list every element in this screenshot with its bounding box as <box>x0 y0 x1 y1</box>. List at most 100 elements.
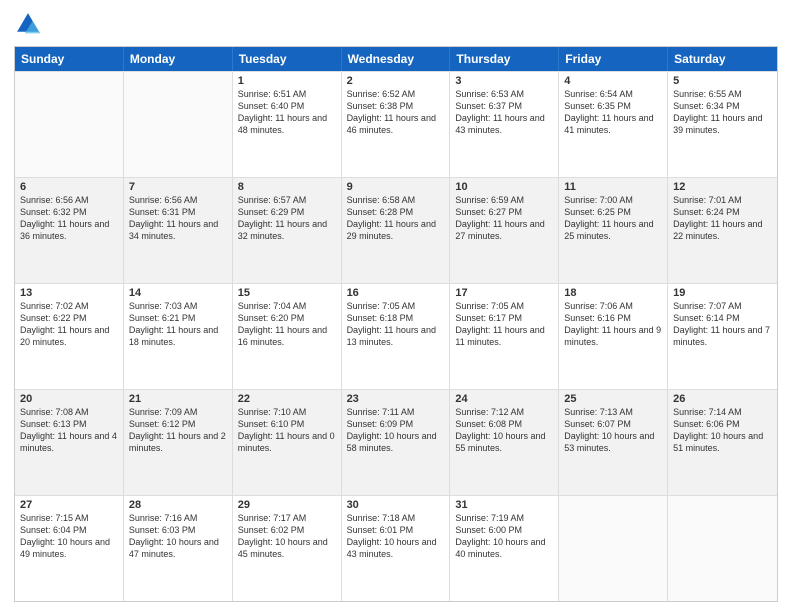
day-number: 2 <box>347 75 445 87</box>
day-info: Sunrise: 7:03 AMSunset: 6:21 PMDaylight:… <box>129 300 227 349</box>
day-number: 22 <box>238 393 336 405</box>
day-cell-15: 15Sunrise: 7:04 AMSunset: 6:20 PMDayligh… <box>233 284 342 389</box>
day-cell-17: 17Sunrise: 7:05 AMSunset: 6:17 PMDayligh… <box>450 284 559 389</box>
day-number: 11 <box>564 181 662 193</box>
week-row-2: 6Sunrise: 6:56 AMSunset: 6:32 PMDaylight… <box>15 177 777 283</box>
day-number: 20 <box>20 393 118 405</box>
day-cell-26: 26Sunrise: 7:14 AMSunset: 6:06 PMDayligh… <box>668 390 777 495</box>
day-header-monday: Monday <box>124 47 233 71</box>
day-info: Sunrise: 6:51 AMSunset: 6:40 PMDaylight:… <box>238 88 336 137</box>
day-info: Sunrise: 7:18 AMSunset: 6:01 PMDaylight:… <box>347 512 445 561</box>
day-info: Sunrise: 6:53 AMSunset: 6:37 PMDaylight:… <box>455 88 553 137</box>
day-cell-8: 8Sunrise: 6:57 AMSunset: 6:29 PMDaylight… <box>233 178 342 283</box>
page: SundayMondayTuesdayWednesdayThursdayFrid… <box>0 0 792 612</box>
day-info: Sunrise: 7:12 AMSunset: 6:08 PMDaylight:… <box>455 406 553 455</box>
day-cell-11: 11Sunrise: 7:00 AMSunset: 6:25 PMDayligh… <box>559 178 668 283</box>
day-cell-16: 16Sunrise: 7:05 AMSunset: 6:18 PMDayligh… <box>342 284 451 389</box>
day-cell-2: 2Sunrise: 6:52 AMSunset: 6:38 PMDaylight… <box>342 72 451 177</box>
day-info: Sunrise: 7:13 AMSunset: 6:07 PMDaylight:… <box>564 406 662 455</box>
day-info: Sunrise: 6:58 AMSunset: 6:28 PMDaylight:… <box>347 194 445 243</box>
day-cell-21: 21Sunrise: 7:09 AMSunset: 6:12 PMDayligh… <box>124 390 233 495</box>
day-number: 26 <box>673 393 772 405</box>
day-info: Sunrise: 6:59 AMSunset: 6:27 PMDaylight:… <box>455 194 553 243</box>
empty-cell <box>668 496 777 601</box>
week-row-5: 27Sunrise: 7:15 AMSunset: 6:04 PMDayligh… <box>15 495 777 601</box>
week-row-3: 13Sunrise: 7:02 AMSunset: 6:22 PMDayligh… <box>15 283 777 389</box>
day-number: 8 <box>238 181 336 193</box>
day-info: Sunrise: 7:15 AMSunset: 6:04 PMDaylight:… <box>20 512 118 561</box>
logo-icon <box>14 10 42 38</box>
day-info: Sunrise: 7:02 AMSunset: 6:22 PMDaylight:… <box>20 300 118 349</box>
day-info: Sunrise: 7:05 AMSunset: 6:18 PMDaylight:… <box>347 300 445 349</box>
day-number: 9 <box>347 181 445 193</box>
day-header-tuesday: Tuesday <box>233 47 342 71</box>
day-info: Sunrise: 7:04 AMSunset: 6:20 PMDaylight:… <box>238 300 336 349</box>
day-cell-23: 23Sunrise: 7:11 AMSunset: 6:09 PMDayligh… <box>342 390 451 495</box>
day-number: 5 <box>673 75 772 87</box>
day-number: 28 <box>129 499 227 511</box>
day-number: 21 <box>129 393 227 405</box>
day-header-friday: Friday <box>559 47 668 71</box>
empty-cell <box>559 496 668 601</box>
day-cell-12: 12Sunrise: 7:01 AMSunset: 6:24 PMDayligh… <box>668 178 777 283</box>
day-cell-14: 14Sunrise: 7:03 AMSunset: 6:21 PMDayligh… <box>124 284 233 389</box>
day-number: 1 <box>238 75 336 87</box>
day-cell-30: 30Sunrise: 7:18 AMSunset: 6:01 PMDayligh… <box>342 496 451 601</box>
day-header-thursday: Thursday <box>450 47 559 71</box>
day-number: 12 <box>673 181 772 193</box>
day-header-sunday: Sunday <box>15 47 124 71</box>
day-number: 3 <box>455 75 553 87</box>
day-number: 27 <box>20 499 118 511</box>
week-row-4: 20Sunrise: 7:08 AMSunset: 6:13 PMDayligh… <box>15 389 777 495</box>
day-number: 29 <box>238 499 336 511</box>
day-number: 4 <box>564 75 662 87</box>
day-info: Sunrise: 6:54 AMSunset: 6:35 PMDaylight:… <box>564 88 662 137</box>
day-info: Sunrise: 7:08 AMSunset: 6:13 PMDaylight:… <box>20 406 118 455</box>
day-number: 31 <box>455 499 553 511</box>
day-header-wednesday: Wednesday <box>342 47 451 71</box>
day-cell-10: 10Sunrise: 6:59 AMSunset: 6:27 PMDayligh… <box>450 178 559 283</box>
day-info: Sunrise: 7:01 AMSunset: 6:24 PMDaylight:… <box>673 194 772 243</box>
day-number: 18 <box>564 287 662 299</box>
day-number: 24 <box>455 393 553 405</box>
day-cell-6: 6Sunrise: 6:56 AMSunset: 6:32 PMDaylight… <box>15 178 124 283</box>
week-row-1: 1Sunrise: 6:51 AMSunset: 6:40 PMDaylight… <box>15 71 777 177</box>
day-number: 30 <box>347 499 445 511</box>
day-number: 6 <box>20 181 118 193</box>
day-info: Sunrise: 7:19 AMSunset: 6:00 PMDaylight:… <box>455 512 553 561</box>
day-number: 16 <box>347 287 445 299</box>
empty-cell <box>124 72 233 177</box>
day-number: 17 <box>455 287 553 299</box>
day-cell-7: 7Sunrise: 6:56 AMSunset: 6:31 PMDaylight… <box>124 178 233 283</box>
calendar-body: 1Sunrise: 6:51 AMSunset: 6:40 PMDaylight… <box>15 71 777 601</box>
day-cell-1: 1Sunrise: 6:51 AMSunset: 6:40 PMDaylight… <box>233 72 342 177</box>
day-number: 7 <box>129 181 227 193</box>
calendar-header: SundayMondayTuesdayWednesdayThursdayFrid… <box>15 47 777 71</box>
day-cell-31: 31Sunrise: 7:19 AMSunset: 6:00 PMDayligh… <box>450 496 559 601</box>
day-cell-28: 28Sunrise: 7:16 AMSunset: 6:03 PMDayligh… <box>124 496 233 601</box>
day-info: Sunrise: 6:55 AMSunset: 6:34 PMDaylight:… <box>673 88 772 137</box>
day-info: Sunrise: 6:56 AMSunset: 6:32 PMDaylight:… <box>20 194 118 243</box>
day-info: Sunrise: 6:56 AMSunset: 6:31 PMDaylight:… <box>129 194 227 243</box>
day-cell-4: 4Sunrise: 6:54 AMSunset: 6:35 PMDaylight… <box>559 72 668 177</box>
day-cell-24: 24Sunrise: 7:12 AMSunset: 6:08 PMDayligh… <box>450 390 559 495</box>
calendar: SundayMondayTuesdayWednesdayThursdayFrid… <box>14 46 778 602</box>
day-cell-25: 25Sunrise: 7:13 AMSunset: 6:07 PMDayligh… <box>559 390 668 495</box>
day-info: Sunrise: 7:16 AMSunset: 6:03 PMDaylight:… <box>129 512 227 561</box>
day-info: Sunrise: 7:09 AMSunset: 6:12 PMDaylight:… <box>129 406 227 455</box>
day-cell-13: 13Sunrise: 7:02 AMSunset: 6:22 PMDayligh… <box>15 284 124 389</box>
day-number: 19 <box>673 287 772 299</box>
day-cell-27: 27Sunrise: 7:15 AMSunset: 6:04 PMDayligh… <box>15 496 124 601</box>
day-number: 15 <box>238 287 336 299</box>
day-info: Sunrise: 7:10 AMSunset: 6:10 PMDaylight:… <box>238 406 336 455</box>
day-cell-3: 3Sunrise: 6:53 AMSunset: 6:37 PMDaylight… <box>450 72 559 177</box>
day-cell-18: 18Sunrise: 7:06 AMSunset: 6:16 PMDayligh… <box>559 284 668 389</box>
day-cell-20: 20Sunrise: 7:08 AMSunset: 6:13 PMDayligh… <box>15 390 124 495</box>
day-number: 10 <box>455 181 553 193</box>
day-header-saturday: Saturday <box>668 47 777 71</box>
empty-cell <box>15 72 124 177</box>
day-number: 14 <box>129 287 227 299</box>
day-number: 13 <box>20 287 118 299</box>
day-info: Sunrise: 7:14 AMSunset: 6:06 PMDaylight:… <box>673 406 772 455</box>
day-info: Sunrise: 7:07 AMSunset: 6:14 PMDaylight:… <box>673 300 772 349</box>
